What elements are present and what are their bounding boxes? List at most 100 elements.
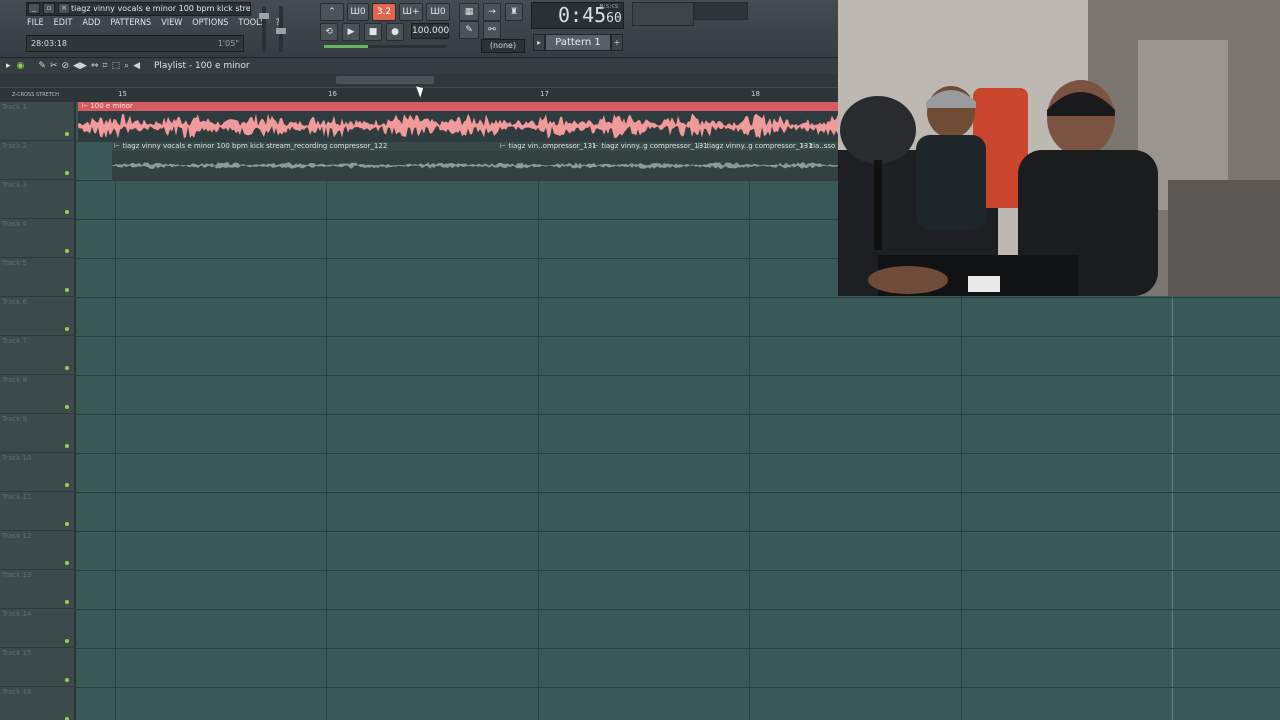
zoom-icon[interactable]: ⌕ bbox=[124, 61, 129, 71]
audio-clip-vocals[interactable]: ⊢ tiagz vinny vocals e minor 100 bpm kic… bbox=[112, 142, 838, 180]
paint-icon[interactable]: ✂ bbox=[50, 61, 58, 71]
mute-icon[interactable]: ◀▶ bbox=[73, 61, 87, 71]
menu-edit[interactable]: EDIT bbox=[53, 18, 74, 28]
main-menu: FILE EDIT ADD PATTERNS VIEW OPTIONS TOOL… bbox=[26, 18, 281, 28]
track-mute-led[interactable] bbox=[65, 444, 69, 448]
menu-patterns[interactable]: PATTERNS bbox=[109, 18, 152, 28]
brush-icon[interactable]: ✎ bbox=[459, 21, 479, 39]
slip-icon[interactable]: ⇔ bbox=[91, 61, 99, 71]
track-header[interactable]: Track 6 bbox=[0, 297, 76, 336]
track-header[interactable]: Track 15 bbox=[0, 648, 76, 687]
track-header[interactable]: Track 16 bbox=[0, 687, 76, 720]
track-header[interactable]: Track 3 bbox=[0, 180, 76, 219]
play-arrow-icon[interactable]: ▸ bbox=[6, 61, 11, 71]
close-button[interactable]: × bbox=[58, 3, 70, 14]
metronome-icon[interactable]: ⌃ bbox=[320, 3, 344, 21]
track-mute-led[interactable] bbox=[65, 288, 69, 292]
track-header[interactable]: Track 10 bbox=[0, 453, 76, 492]
add-pattern-button[interactable]: + bbox=[611, 34, 623, 51]
track-mute-led[interactable] bbox=[65, 366, 69, 370]
tempo-field[interactable]: 100.000 bbox=[411, 23, 449, 39]
transport-controls: ⟲ ▶ ■ ● bbox=[320, 23, 404, 41]
delete-icon[interactable]: ⊘ bbox=[61, 61, 69, 71]
step-edit-button[interactable]: Ш+ bbox=[399, 3, 423, 21]
bar-number: 16 bbox=[328, 90, 337, 98]
menu-view[interactable]: VIEW bbox=[160, 18, 183, 28]
time-main: 0:45 bbox=[558, 3, 607, 27]
snap-selector[interactable]: (none) bbox=[481, 39, 525, 53]
track-header[interactable]: Track 4 bbox=[0, 219, 76, 258]
wait-input-button[interactable]: Ш0 bbox=[347, 3, 369, 21]
track-header[interactable]: Track 14 bbox=[0, 609, 76, 648]
hint-bar: 28:03:18 1'05" bbox=[26, 35, 244, 52]
track-header[interactable]: Track 12 bbox=[0, 531, 76, 570]
track-mute-led[interactable] bbox=[65, 483, 69, 487]
mixer-icon[interactable]: ♜ bbox=[505, 3, 523, 21]
link-icon[interactable]: ⚯ bbox=[483, 21, 501, 39]
minimize-button[interactable]: _ bbox=[28, 3, 40, 14]
track-mute-led[interactable] bbox=[65, 132, 69, 136]
clip-label: ⊢ tiagz vinny vocals e minor 100 bpm kic… bbox=[114, 142, 388, 150]
clip-label: ⊢ tiagz vinny..g compressor_131 bbox=[698, 142, 813, 150]
track-label: Track 4 bbox=[2, 220, 27, 228]
audio-clip-100-e-minor[interactable]: ⊢ 100 e minor bbox=[78, 102, 838, 141]
menu-options[interactable]: OPTIONS bbox=[191, 18, 229, 28]
waveform-shape bbox=[78, 113, 838, 139]
select-icon[interactable]: ⬚ bbox=[112, 61, 121, 71]
magnet-icon[interactable]: ◉ bbox=[17, 61, 25, 71]
countdown-button[interactable]: 3.2 bbox=[372, 3, 396, 21]
playlist-toolbar: ▸ ◉ ✎ ✂ ⊘ ◀▶ ⇔ ⌗ ⬚ ⌕ ◀ Playlist - 100 e … bbox=[0, 58, 838, 74]
master-pitch-slider[interactable] bbox=[276, 6, 286, 52]
slice-icon[interactable]: ⌗ bbox=[102, 61, 107, 71]
track-mute-led[interactable] bbox=[65, 405, 69, 409]
record-button[interactable]: ● bbox=[386, 23, 404, 41]
stop-button[interactable]: ■ bbox=[364, 23, 382, 41]
master-volume-slider[interactable] bbox=[259, 6, 269, 52]
arrow-right-icon[interactable]: → bbox=[483, 3, 501, 21]
bar-number: 17 bbox=[540, 90, 549, 98]
pencil-icon[interactable]: ✎ bbox=[38, 61, 46, 71]
track-mute-led[interactable] bbox=[65, 639, 69, 643]
track-mute-led[interactable] bbox=[65, 522, 69, 526]
track-mute-led[interactable] bbox=[65, 561, 69, 565]
track-mute-led[interactable] bbox=[65, 210, 69, 214]
track-mute-led[interactable] bbox=[65, 249, 69, 253]
master-level-bar[interactable] bbox=[324, 45, 446, 48]
hint-time: 28:03:18 bbox=[31, 39, 67, 48]
track-header[interactable]: Track 7 bbox=[0, 336, 76, 375]
track-headers: Track 1 Track 2 Track 3 Track 4 Track 5 Track… bbox=[0, 102, 76, 720]
toolbar: tiagz vinny vocals e minor 100 bpm kick … bbox=[0, 0, 838, 58]
loop-icon[interactable]: ⟲ bbox=[320, 23, 338, 41]
playlist-title[interactable]: Playlist - 100 e minor bbox=[154, 61, 250, 71]
track-header[interactable]: Track 5 bbox=[0, 258, 76, 297]
track-mute-led[interactable] bbox=[65, 600, 69, 604]
piano-icon[interactable]: ▦ bbox=[459, 3, 479, 21]
bar-number: 15 bbox=[118, 90, 127, 98]
track-mute-led[interactable] bbox=[65, 171, 69, 175]
track-header[interactable]: Track 1 bbox=[0, 102, 76, 141]
maximize-button[interactable]: ▫ bbox=[43, 3, 55, 14]
timeline-ruler[interactable]: 15 16 17 18 bbox=[76, 88, 838, 102]
play-button[interactable]: ▶ bbox=[342, 23, 360, 41]
playback-icon[interactable]: ◀ bbox=[133, 61, 140, 71]
blend-notes-button[interactable]: Ш0 bbox=[426, 3, 450, 21]
track-mute-led[interactable] bbox=[65, 678, 69, 682]
track-label: Track 8 bbox=[2, 376, 27, 384]
corner-options[interactable]: Z-CROSS STRETCH bbox=[0, 88, 76, 102]
pattern-menu-button[interactable]: ▸ bbox=[533, 34, 545, 51]
menu-file[interactable]: FILE bbox=[26, 18, 45, 28]
track-header[interactable]: Track 9 bbox=[0, 414, 76, 453]
track-header[interactable]: Track 13 bbox=[0, 570, 76, 609]
track-mute-led[interactable] bbox=[65, 327, 69, 331]
output-monitor bbox=[694, 2, 748, 20]
time-format-label: M:S:CS bbox=[599, 4, 618, 10]
track-header[interactable]: Track 2 bbox=[0, 141, 76, 180]
track-header[interactable]: Track 11 bbox=[0, 492, 76, 531]
track-label: Track 3 bbox=[2, 181, 27, 189]
track-label: Track 6 bbox=[2, 298, 27, 306]
pattern-selector[interactable]: Pattern 1 bbox=[545, 34, 611, 51]
track-header[interactable]: Track 8 bbox=[0, 375, 76, 414]
song-time-display[interactable]: 0:4560 M:S:CS bbox=[531, 2, 624, 29]
menu-add[interactable]: ADD bbox=[81, 18, 101, 28]
scroll-thumb[interactable] bbox=[336, 76, 434, 84]
